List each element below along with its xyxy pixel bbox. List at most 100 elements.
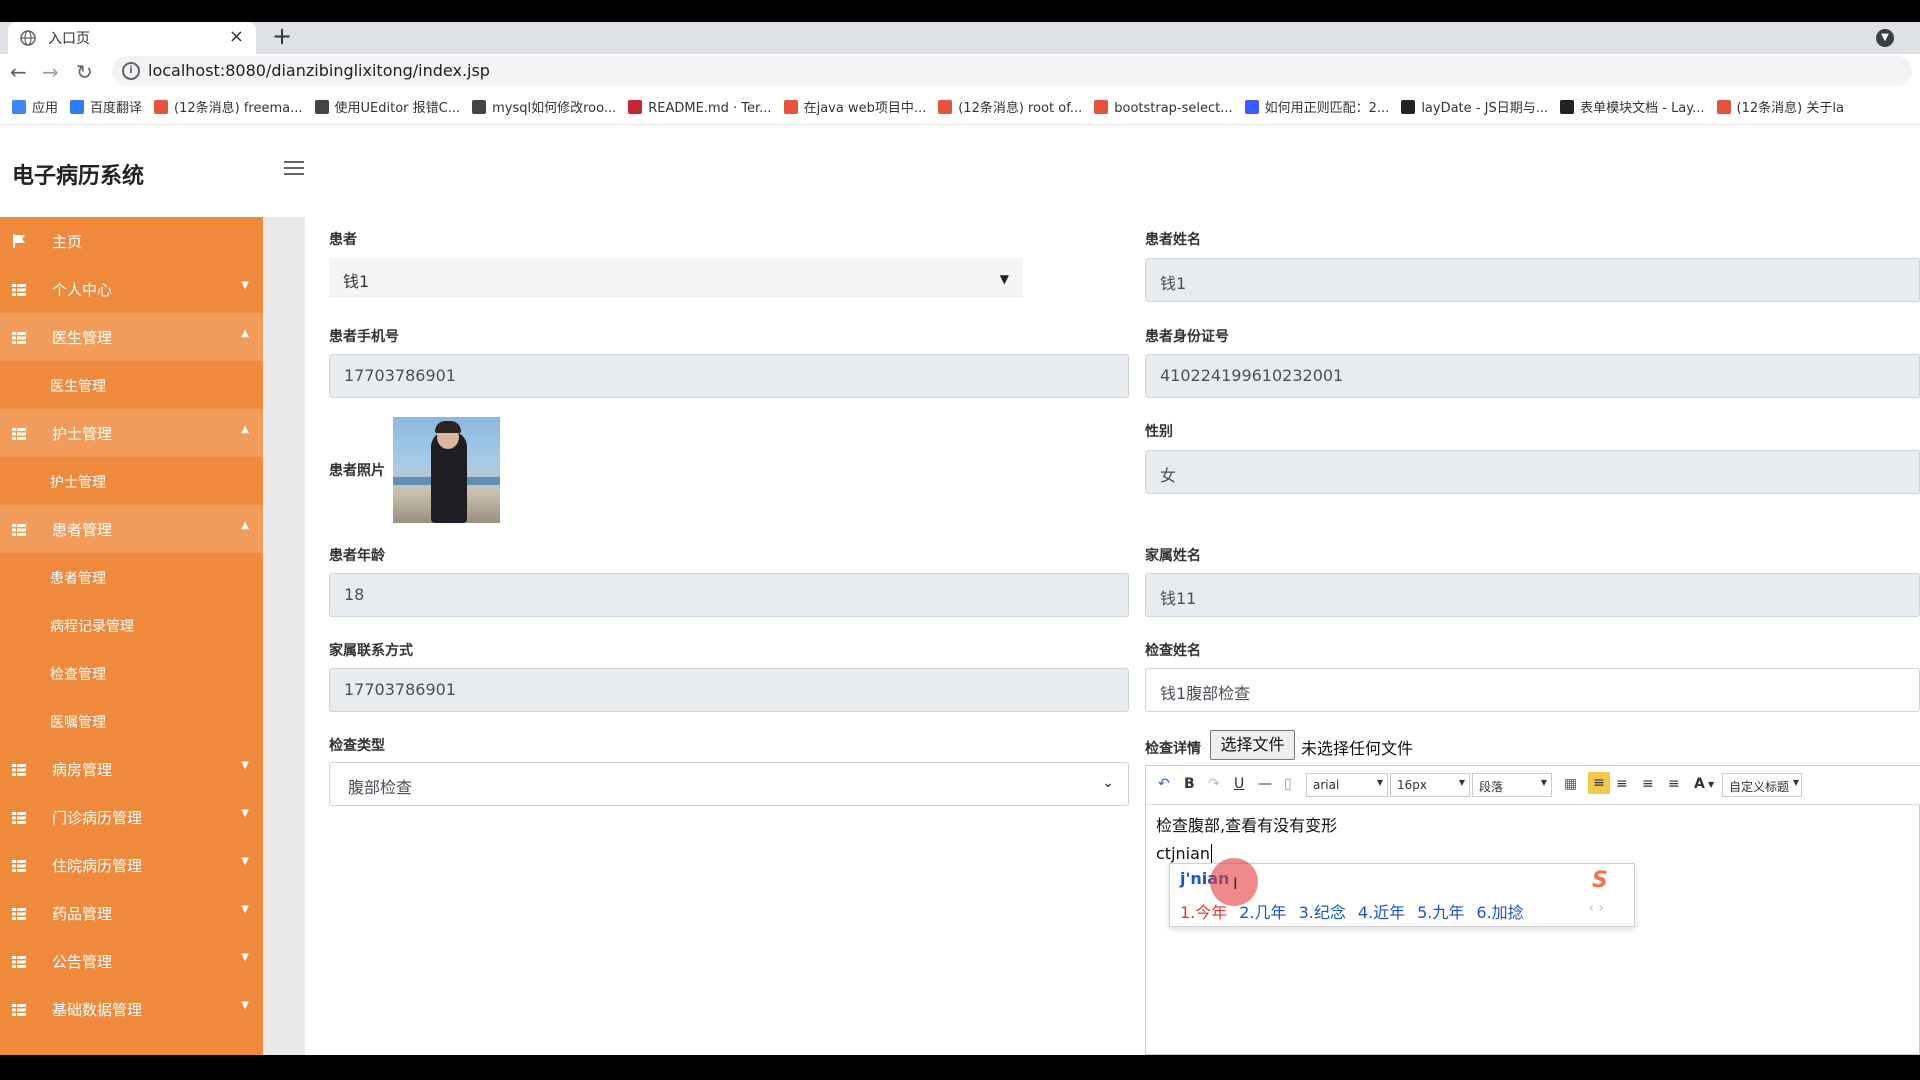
tab-search-icon[interactable]: ▼ — [1876, 29, 1894, 47]
bookmark-item[interactable]: README.md · Ter... — [628, 100, 772, 116]
sidebar-subitem-7[interactable]: 患者管理 — [0, 553, 263, 601]
ime-candidate[interactable]: 4.近年 — [1358, 903, 1405, 922]
sidebar-subitem-9[interactable]: 检查管理 — [0, 649, 263, 697]
bookmark-item[interactable]: (12条消息) root of... — [938, 97, 1082, 116]
sidebar-item-1[interactable]: 个人中心 ▼ — [0, 265, 263, 313]
sidebar-subitem-10[interactable]: 医嘱管理 — [0, 697, 263, 745]
sidebar-label: 病房管理 — [52, 761, 113, 779]
bookmark-item[interactable]: 在java web项目中... — [783, 97, 927, 116]
chevron-down-icon: ▼ — [241, 808, 249, 819]
ime-candidate[interactable]: 6.加捻 — [1476, 903, 1523, 922]
back-icon[interactable]: ← — [10, 60, 27, 84]
bookmark-item[interactable]: bootstrap-select... — [1094, 100, 1233, 116]
align-right-icon[interactable]: ≡ — [1642, 776, 1654, 792]
horizontal-rule-icon[interactable]: — — [1258, 776, 1272, 792]
patient-name-field[interactable]: 钱1 — [1145, 258, 1920, 302]
bookmark-item[interactable]: 应用 — [12, 97, 58, 116]
font-size-select[interactable]: 16px ▼ — [1390, 773, 1470, 797]
sidebar-subitem-8[interactable]: 病程记录管理 — [0, 601, 263, 649]
exam-name-field[interactable]: 钱1腹部检查 — [1145, 668, 1920, 712]
exam-name-label: 检查姓名 — [1145, 643, 1201, 659]
sidebar-subitem-3[interactable]: 医生管理 — [0, 361, 263, 409]
redo-icon[interactable]: ↷ — [1208, 776, 1220, 792]
chevron-down-icon: ▼ — [241, 904, 249, 915]
ime-candidate[interactable]: 1.今年 — [1180, 903, 1227, 922]
sidebar-item-2[interactable]: 医生管理 ▲ — [0, 313, 263, 361]
bookmark-favicon-icon — [472, 100, 487, 114]
reload-icon[interactable]: ↻ — [76, 60, 93, 84]
sidebar-subitem-5[interactable]: 护士管理 — [0, 457, 263, 505]
choose-file-button[interactable]: 选择文件 — [1210, 730, 1295, 760]
browser-tab[interactable]: 入口页 × — [8, 22, 256, 54]
age-field[interactable]: 18 — [329, 573, 1129, 617]
sidebar-item-0[interactable]: 主页 — [0, 217, 263, 265]
patient-select[interactable]: 钱1 ▼ — [329, 258, 1023, 298]
sidebar-item-11[interactable]: 病房管理 ▼ — [0, 745, 263, 793]
bookmark-item[interactable]: (12条消息) freema... — [154, 97, 303, 116]
exam-detail-label: 检查详情 — [1145, 741, 1201, 757]
page-icon[interactable]: ▯ — [1284, 776, 1292, 792]
bookmark-favicon-icon — [1716, 100, 1731, 114]
forward-icon[interactable]: → — [42, 60, 59, 84]
sidebar-item-14[interactable]: 药品管理 ▼ — [0, 889, 263, 937]
justify-icon[interactable]: ≡ — [1668, 776, 1680, 792]
bold-button[interactable]: B — [1184, 776, 1195, 792]
family-name-field[interactable]: 钱11 — [1145, 573, 1920, 617]
chevron-down-icon: ▼ — [1792, 778, 1799, 787]
globe-icon — [20, 30, 36, 46]
font-color-button[interactable]: A — [1694, 776, 1705, 792]
bookmark-item[interactable]: 使用UEditor 报错C... — [314, 97, 460, 116]
bookmark-item[interactable]: 如何用正则匹配：2... — [1244, 97, 1389, 116]
sidebar-item-15[interactable]: 公告管理 ▼ — [0, 937, 263, 985]
chevron-down-icon: ▼ — [1540, 778, 1547, 787]
info-icon[interactable]: i — [122, 62, 140, 80]
patient-name-label: 患者姓名 — [1145, 232, 1201, 248]
sidebar-item-16[interactable]: 基础数据管理 ▼ — [0, 985, 263, 1033]
bookmark-item[interactable]: 表单模块文档 - Lay... — [1560, 97, 1705, 116]
menu-toggle-icon[interactable] — [284, 161, 304, 177]
ime-candidate[interactable]: 3.纪念 — [1299, 903, 1346, 922]
bookmark-item[interactable]: (12条消息) 关于la — [1716, 97, 1844, 116]
custom-title-select[interactable]: 自定义标题 ▼ — [1722, 773, 1802, 797]
idcard-field[interactable]: 410224199610232001 — [1145, 354, 1920, 398]
phone-label: 患者手机号 — [329, 329, 399, 345]
align-center-icon[interactable]: ≡ — [1616, 776, 1628, 792]
family-phone-field[interactable]: 17703786901 — [329, 668, 1129, 712]
app-header: 电子病历系统 — [0, 125, 1920, 217]
bookmark-item[interactable]: 百度翻译 — [70, 97, 142, 116]
new-tab-button[interactable]: + — [272, 22, 292, 50]
align-left-icon[interactable]: ≡ — [1588, 772, 1610, 794]
chevron-down-icon: ▼ — [241, 1000, 249, 1011]
gender-label: 性别 — [1145, 424, 1173, 440]
underline-button[interactable]: U — [1234, 776, 1244, 792]
sidebar-label: 检查管理 — [50, 667, 106, 683]
bookmark-label: 在java web项目中... — [803, 101, 927, 116]
phone-field[interactable]: 17703786901 — [329, 354, 1129, 398]
bookmark-label: (12条消息) freema... — [174, 101, 303, 116]
address-bar[interactable]: i localhost:8080/dianzibinglixitong/inde… — [112, 56, 1912, 86]
editor-line: 检查腹部,查看有没有变形 — [1156, 816, 1338, 835]
family-name-label: 家属姓名 — [1145, 548, 1201, 564]
sidebar-label: 医生管理 — [52, 329, 113, 347]
undo-icon[interactable]: ↶ — [1158, 776, 1170, 792]
ime-candidate[interactable]: 2.几年 — [1239, 903, 1286, 922]
ime-page-arrows[interactable]: ‹ › — [1588, 900, 1604, 916]
close-tab-icon[interactable]: × — [229, 26, 244, 47]
exam-type-select[interactable]: 腹部检查 ⌄ — [329, 762, 1129, 806]
bookmark-item[interactable]: mysql如何修改roo... — [472, 97, 616, 116]
sidebar-item-6[interactable]: 患者管理 ▲ — [0, 505, 263, 553]
sidebar-label: 护士管理 — [52, 425, 113, 443]
editor-content[interactable]: 检查腹部,查看有没有变形 ctjnian — [1156, 812, 1337, 868]
paragraph-select[interactable]: 段落 ▼ — [1472, 773, 1552, 797]
gender-field[interactable]: 女 — [1145, 450, 1920, 494]
sidebar-item-13[interactable]: 住院病历管理 ▼ — [0, 841, 263, 889]
ime-candidate[interactable]: 5.九年 — [1417, 903, 1464, 922]
font-family-select[interactable]: arial ▼ — [1306, 773, 1388, 797]
table-icon[interactable]: ▦ — [1564, 776, 1577, 792]
browser-toolbar: ← → ↻ i localhost:8080/dianzibinglixiton… — [0, 54, 1920, 88]
sidebar-item-12[interactable]: 门诊病历管理 ▼ — [0, 793, 263, 841]
bookmark-favicon-icon — [70, 100, 85, 114]
sidebar-label: 基础数据管理 — [52, 1001, 143, 1019]
sidebar-item-4[interactable]: 护士管理 ▲ — [0, 409, 263, 457]
bookmark-item[interactable]: layDate - JS日期与... — [1401, 97, 1548, 116]
